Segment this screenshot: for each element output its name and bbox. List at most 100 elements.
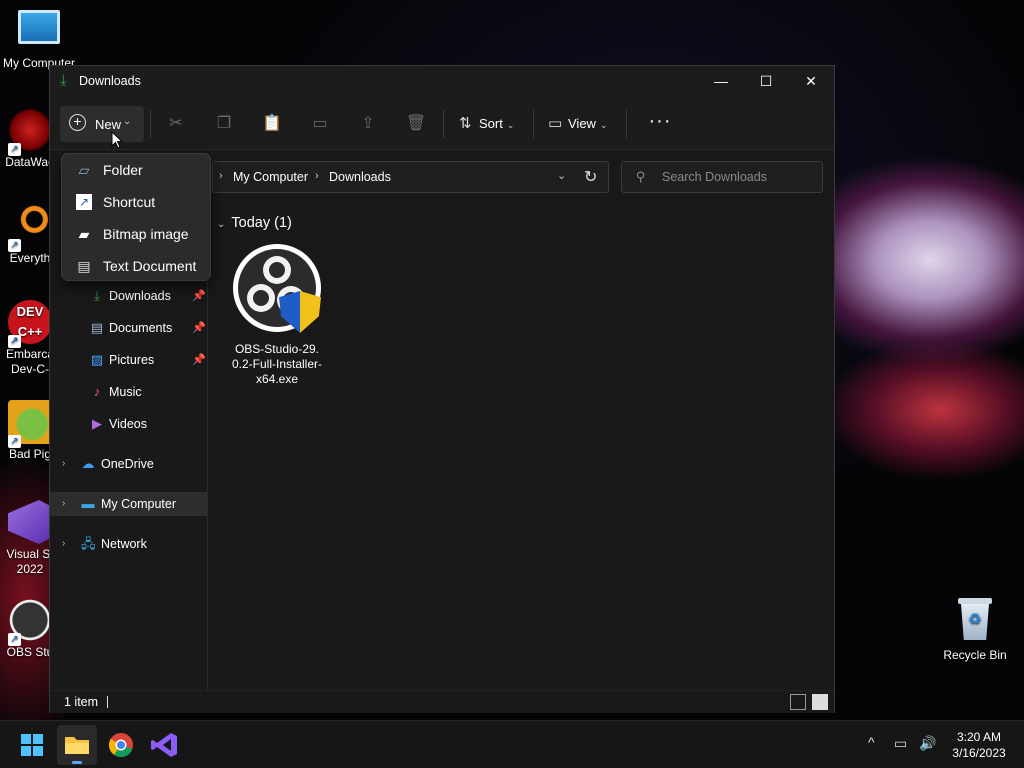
nav-item-videos[interactable]: ▶ Videos	[50, 412, 207, 436]
chrome-icon	[108, 733, 133, 758]
shortcut-arrow-icon: ↗	[8, 239, 21, 252]
nav-item-label: Pictures	[109, 353, 155, 367]
delete-icon[interactable]: 🗑	[405, 113, 427, 135]
cloud-icon: ☁	[81, 456, 95, 471]
downloads-arrow-icon: ⤓	[94, 288, 100, 303]
nav-item-label: Network	[101, 537, 147, 551]
item-count: 1 item	[64, 695, 99, 709]
folder-icon	[65, 737, 89, 754]
menu-item-folder[interactable]: ▱ Folder	[62, 154, 210, 186]
view-button[interactable]: ▭ View ⌄	[548, 112, 608, 136]
nav-item-pictures[interactable]: ▨ Pictures 📌	[50, 348, 207, 372]
menu-item-label: Folder	[103, 162, 143, 178]
recycle-bin-label: Recycle Bin	[943, 648, 1007, 662]
menu-item-label: Text Document	[103, 258, 197, 274]
obs-icon: ↗	[8, 598, 52, 646]
new-button[interactable]: + New ⌄	[60, 106, 144, 142]
close-button[interactable]: ✕	[788, 66, 834, 98]
show-hidden-icons-chevron-icon[interactable]: ^	[868, 734, 875, 750]
menu-item-bitmap[interactable]: ▰ Bitmap image	[62, 218, 210, 250]
desktop-icon-recycle-bin[interactable]: ♻ Recycle Bin	[940, 598, 1010, 662]
details-view-icon[interactable]	[790, 694, 806, 710]
network-icon[interactable]: ▭	[894, 735, 907, 752]
menu-item-label: Bitmap image	[103, 226, 189, 242]
nav-item-downloads[interactable]: ⤓ Downloads 📌	[50, 284, 207, 308]
shortcut-arrow-icon: ↗	[8, 633, 21, 646]
network-icon: 🖧	[81, 536, 96, 551]
shortcut-arrow-icon: ↗	[8, 335, 21, 348]
nav-item-label: Documents	[109, 321, 173, 335]
group-header-today[interactable]: ⌄ Today (1)	[217, 215, 292, 231]
plus-circle-icon: +	[69, 114, 86, 131]
taskbar-file-explorer[interactable]	[57, 725, 97, 765]
expand-chevron-icon[interactable]: ›	[62, 492, 65, 516]
file-item[interactable]: OBS-Studio-29.0.2-Full-Installer-x64.exe	[231, 244, 323, 387]
status-divider	[107, 696, 108, 708]
breadcrumb-my-computer[interactable]: My Computer	[233, 170, 308, 184]
expand-chevron-icon[interactable]: ›	[62, 452, 65, 476]
nav-item-label: My Computer	[101, 497, 177, 511]
share-icon[interactable]: ⇪	[357, 113, 379, 135]
menu-item-text-document[interactable]: ▤ Text Document	[62, 250, 210, 282]
group-header-label: Today (1)	[231, 215, 292, 231]
paste-icon[interactable]: 📋	[261, 113, 283, 135]
title-bar[interactable]: ⤓ Downloads — ☐ ✕	[50, 66, 834, 98]
nav-item-onedrive[interactable]: › ☁ OneDrive	[50, 452, 207, 476]
taskbar-visual-studio[interactable]	[145, 725, 185, 765]
shortcut-icon: ↗	[76, 194, 92, 210]
nav-item-network[interactable]: › 🖧 Network	[50, 532, 207, 556]
tiles-view-icon[interactable]	[812, 694, 828, 710]
music-icon: ♪	[93, 384, 101, 399]
breadcrumb-downloads[interactable]: Downloads	[329, 170, 391, 184]
windows-logo-icon	[21, 734, 43, 756]
maximize-button[interactable]: ☐	[743, 66, 789, 98]
taskbar: ^ ▭ 🔊 3:20 AM 3/16/2023	[0, 720, 1024, 768]
rename-icon[interactable]: ▭	[309, 113, 331, 135]
pin-icon: 📌	[192, 290, 206, 302]
menu-item-label: Shortcut	[103, 194, 156, 210]
datawag-icon: ↗	[8, 108, 52, 156]
menu-item-shortcut[interactable]: ↗ Shortcut	[62, 186, 210, 218]
devcpp-icon: DEV C++ ↗	[8, 300, 52, 348]
nav-item-documents[interactable]: ▤ Documents 📌	[50, 316, 207, 340]
window-title: Downloads	[79, 74, 141, 88]
documents-icon: ▤	[90, 320, 104, 335]
desktop-icon-my-computer[interactable]: My Computer	[1, 10, 77, 71]
view-label: View	[568, 116, 596, 131]
nav-item-my-computer[interactable]: › ▬ My Computer	[50, 492, 207, 516]
toolbar-divider	[626, 110, 627, 138]
everything-search-icon: ↗	[8, 204, 52, 252]
folder-icon: ▱	[78, 162, 90, 178]
taskbar-chrome[interactable]	[101, 725, 141, 765]
cut-icon[interactable]: ✂	[165, 113, 187, 135]
shortcut-arrow-icon: ↗	[8, 435, 21, 448]
active-indicator	[72, 761, 82, 764]
view-layout-icon: ▭	[548, 115, 563, 132]
obs-installer-icon	[233, 244, 321, 333]
taskbar-clock[interactable]: 3:20 AM 3/16/2023	[942, 729, 1016, 761]
collapse-chevron-icon: ⌄	[217, 219, 226, 230]
minimize-button[interactable]: —	[698, 66, 744, 98]
monitor-icon: ▬	[81, 496, 95, 511]
visual-studio-icon	[151, 733, 177, 757]
sort-button[interactable]: ⇅ Sort ⌄	[459, 112, 514, 136]
expand-chevron-icon[interactable]: ›	[62, 532, 65, 556]
downloads-arrow-icon: ⤓	[60, 72, 67, 89]
nav-item-music[interactable]: ♪ Music	[50, 380, 207, 404]
clock-time: 3:20 AM	[956, 730, 1002, 744]
toolbar-divider	[150, 110, 151, 138]
refresh-icon[interactable]: ↻	[584, 167, 597, 187]
copy-icon[interactable]: ❐	[213, 113, 235, 135]
monitor-icon	[18, 10, 60, 44]
file-name: OBS-Studio-29.0.2-Full-Installer-x64.exe	[231, 342, 323, 386]
see-more-button[interactable]: ···	[642, 111, 678, 136]
volume-icon[interactable]: 🔊	[919, 735, 936, 752]
address-bar[interactable]: › My Computer › Downloads ⌄ ↻	[212, 161, 609, 193]
address-history-chevron-icon[interactable]: ⌄	[557, 169, 566, 182]
start-button[interactable]	[12, 725, 52, 765]
search-box[interactable]: ⚲ Search Downloads	[621, 161, 823, 193]
pin-icon: 📌	[192, 322, 206, 334]
new-menu: ▱ Folder ↗ Shortcut ▰ Bitmap image ▤ Tex…	[61, 153, 211, 281]
videos-icon: ▶	[92, 416, 102, 431]
bad-piggies-icon: ↗	[8, 400, 52, 448]
